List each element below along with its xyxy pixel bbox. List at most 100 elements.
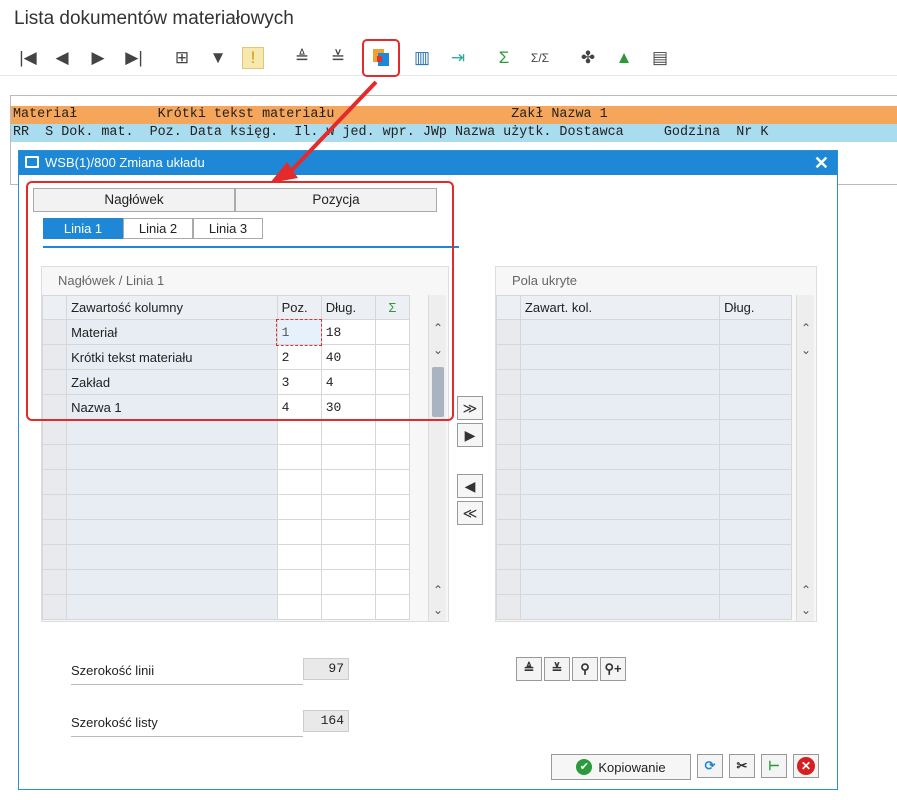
scroll-down-icon[interactable]: ⌄ bbox=[797, 603, 815, 617]
chart-icon[interactable]: ▲ bbox=[610, 44, 638, 72]
hierarchy-icon[interactable]: ⊢ bbox=[761, 754, 787, 778]
position-input[interactable] bbox=[276, 569, 322, 595]
row-selector[interactable] bbox=[496, 319, 521, 345]
row-selector[interactable] bbox=[496, 594, 521, 620]
sum-checkbox[interactable] bbox=[374, 494, 411, 520]
find-icon[interactable]: ⚲ bbox=[572, 657, 598, 681]
table-row[interactable] bbox=[41, 569, 411, 595]
prev-page-icon[interactable]: ◀ bbox=[48, 44, 76, 72]
position-input[interactable] bbox=[276, 444, 322, 470]
sum-checkbox[interactable] bbox=[374, 519, 411, 545]
sum-checkbox[interactable] bbox=[374, 444, 411, 470]
puzzle-icon[interactable]: ✤ bbox=[574, 44, 602, 72]
find-next-icon[interactable]: ⚲+ bbox=[600, 657, 626, 681]
last-page-icon[interactable]: ▶| bbox=[120, 44, 148, 72]
first-page-icon[interactable]: |◀ bbox=[14, 44, 42, 72]
table-row[interactable] bbox=[41, 519, 411, 545]
scroll-up-icon[interactable]: ⌃ bbox=[797, 321, 815, 335]
position-input[interactable] bbox=[276, 594, 322, 620]
row-selector[interactable] bbox=[41, 444, 68, 470]
abacus-icon[interactable]: ▤ bbox=[646, 44, 674, 72]
details-icon[interactable]: ⊞ bbox=[168, 44, 196, 72]
note-icon[interactable]: ! bbox=[242, 47, 264, 69]
row-selector[interactable] bbox=[496, 369, 521, 395]
table-row[interactable] bbox=[41, 469, 411, 495]
table-row[interactable] bbox=[41, 594, 411, 620]
sum-checkbox[interactable] bbox=[374, 594, 411, 620]
col-header-content[interactable]: Zawart. kol. bbox=[519, 295, 721, 320]
table-row[interactable] bbox=[41, 444, 411, 470]
table-row[interactable] bbox=[41, 494, 411, 520]
row-selector[interactable] bbox=[496, 494, 521, 520]
table-row[interactable] bbox=[496, 469, 792, 495]
row-selector[interactable] bbox=[496, 419, 521, 445]
length-input[interactable] bbox=[320, 594, 376, 620]
table-row[interactable] bbox=[496, 419, 792, 445]
row-selector[interactable] bbox=[41, 569, 68, 595]
col-header-length[interactable]: Dług. bbox=[719, 295, 792, 320]
export-icon[interactable]: ⇥ bbox=[444, 44, 472, 72]
row-selector[interactable] bbox=[41, 544, 68, 570]
scroll-down-icon[interactable]: ⌄ bbox=[797, 343, 815, 357]
length-input[interactable] bbox=[320, 444, 376, 470]
row-selector[interactable] bbox=[41, 419, 68, 445]
position-input[interactable] bbox=[276, 469, 322, 495]
table-row[interactable] bbox=[496, 444, 792, 470]
sum-checkbox[interactable] bbox=[374, 544, 411, 570]
row-selector[interactable] bbox=[41, 469, 68, 495]
row-selector[interactable] bbox=[496, 444, 521, 470]
position-input[interactable] bbox=[276, 544, 322, 570]
table-row[interactable] bbox=[496, 519, 792, 545]
table-row[interactable] bbox=[41, 419, 411, 445]
table-row[interactable] bbox=[496, 394, 792, 420]
length-input[interactable] bbox=[320, 519, 376, 545]
table-row[interactable] bbox=[496, 369, 792, 395]
table-row[interactable] bbox=[41, 544, 411, 570]
cut-icon[interactable]: ✂ bbox=[729, 754, 755, 778]
table-row[interactable] bbox=[496, 494, 792, 520]
row-selector[interactable] bbox=[496, 569, 521, 595]
row-selector[interactable] bbox=[496, 394, 521, 420]
filter-icon[interactable]: ▼ bbox=[204, 44, 232, 72]
table-row[interactable] bbox=[496, 319, 792, 345]
move-all-right-button[interactable]: ≫ bbox=[457, 396, 483, 420]
length-input[interactable] bbox=[320, 569, 376, 595]
row-selector[interactable] bbox=[41, 519, 68, 545]
row-selector[interactable] bbox=[41, 494, 68, 520]
table-row[interactable] bbox=[496, 594, 792, 620]
sort-ascending-icon[interactable]: ≜ bbox=[516, 657, 542, 681]
position-input[interactable] bbox=[276, 519, 322, 545]
sum-icon[interactable]: Σ bbox=[490, 44, 518, 72]
change-layout-icon[interactable] bbox=[362, 39, 400, 77]
row-selector[interactable] bbox=[496, 519, 521, 545]
copy-button[interactable]: ✔ Kopiowanie bbox=[551, 754, 691, 780]
scroll-up-icon[interactable]: ⌃ bbox=[797, 583, 815, 597]
sort-ascending-icon[interactable]: ≜ bbox=[288, 44, 316, 72]
right-scrollbar[interactable]: ⌃ ⌄ ⌃ ⌄ bbox=[796, 295, 814, 621]
columns-icon[interactable]: ▥ bbox=[408, 44, 436, 72]
row-selector[interactable] bbox=[496, 469, 521, 495]
table-row[interactable] bbox=[496, 569, 792, 595]
move-left-button[interactable]: ◀ bbox=[457, 474, 483, 498]
length-input[interactable] bbox=[320, 544, 376, 570]
sum-checkbox[interactable] bbox=[374, 419, 411, 445]
row-selector[interactable] bbox=[41, 594, 68, 620]
sum-checkbox[interactable] bbox=[374, 469, 411, 495]
close-icon[interactable]: ✕ bbox=[814, 151, 829, 175]
sum-checkbox[interactable] bbox=[374, 569, 411, 595]
table-row[interactable] bbox=[496, 344, 792, 370]
sort-descending-icon[interactable]: ≚ bbox=[324, 44, 352, 72]
length-input[interactable] bbox=[320, 419, 376, 445]
table-row[interactable] bbox=[496, 544, 792, 570]
move-right-button[interactable]: ▶ bbox=[457, 423, 483, 447]
move-all-left-button[interactable]: ≪ bbox=[457, 501, 483, 525]
scroll-up-icon[interactable]: ⌃ bbox=[429, 583, 447, 597]
position-input[interactable] bbox=[276, 419, 322, 445]
length-input[interactable] bbox=[320, 494, 376, 520]
row-selector[interactable] bbox=[496, 544, 521, 570]
cancel-icon[interactable]: ✕ bbox=[793, 754, 819, 778]
length-input[interactable] bbox=[320, 469, 376, 495]
row-selector[interactable] bbox=[496, 344, 521, 370]
scroll-down-icon[interactable]: ⌄ bbox=[429, 603, 447, 617]
sort-descending-icon[interactable]: ≚ bbox=[544, 657, 570, 681]
